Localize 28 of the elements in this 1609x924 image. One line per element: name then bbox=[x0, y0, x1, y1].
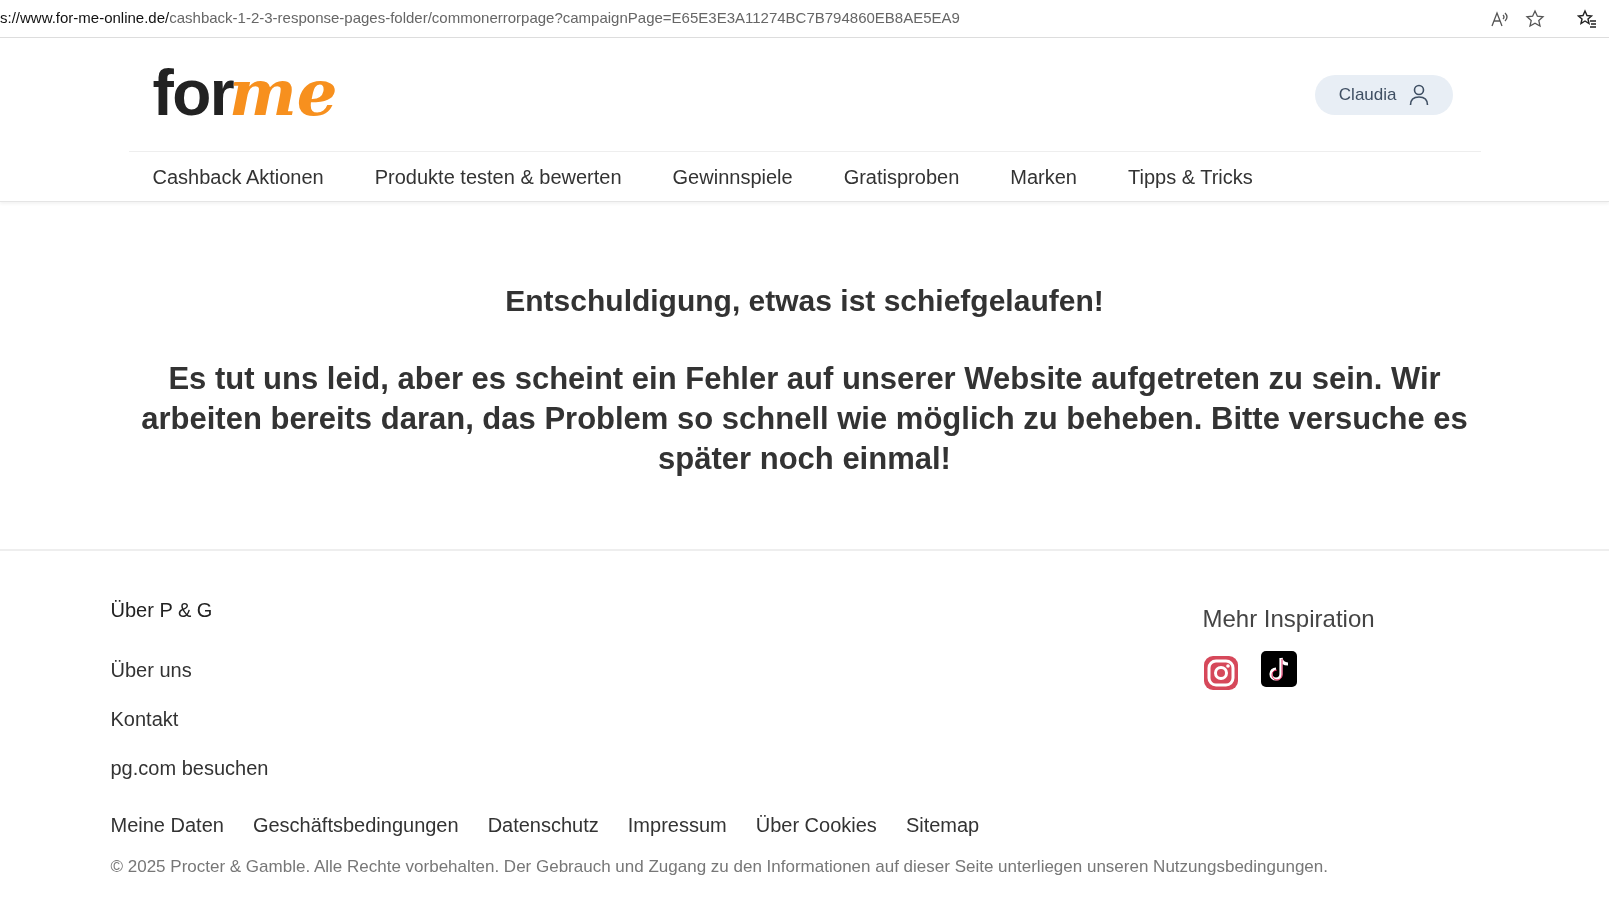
nav-link[interactable]: Gewinnspiele bbox=[672, 161, 793, 192]
legal-link[interactable]: Impressum bbox=[627, 810, 727, 840]
tiktok-icon[interactable] bbox=[1260, 651, 1297, 687]
instagram-icon[interactable] bbox=[1202, 655, 1239, 691]
footer-link[interactable]: Über uns bbox=[110, 655, 192, 685]
nav-link[interactable]: Tipps & Tricks bbox=[1127, 161, 1253, 192]
copyright-text: © 2025 Procter & Gamble. Alle Rechte vorbehalten. Der Gebrauch und Zugang zu den Informationen auf dieser Seite unterliegen unseren Nutzungsbedingungen. bbox=[110, 856, 1329, 877]
nav-link[interactable]: Gratisproben bbox=[843, 161, 960, 192]
nav-link[interactable]: Cashback Aktionen bbox=[152, 161, 324, 192]
legal-link[interactable]: Über Cookies bbox=[755, 810, 877, 840]
footer-link[interactable]: pg.com besuchen bbox=[110, 753, 269, 783]
nav-link[interactable]: Marken bbox=[1010, 161, 1077, 192]
error-message: Es tut uns leid, aber es scheint ein Fehler auf unserer Website aufgetreten zu sein. Wir arbeiten bereits daran, das Problem so schnell wie möglich zu beheben. Bitte versuche es später noch einmal! bbox=[140, 360, 1469, 478]
legal-link[interactable]: Meine Daten bbox=[110, 810, 224, 840]
error-title: Entschuldigung, etwas ist schiefgelaufen! bbox=[505, 283, 1104, 319]
url-text[interactable]: s://www.for-me-online.de/cashback-1-2-3-response-pages-folder/commonerrorpage?campaignPage=E65E3E3A11274BC7B794860EB8AE5EA9 bbox=[0, 7, 1489, 30]
legal-link[interactable]: Geschäftsbedingungen bbox=[252, 810, 459, 840]
user-icon bbox=[1408, 83, 1429, 106]
footer-heading: Über P & G bbox=[110, 598, 214, 623]
forme-logo[interactable]: forme bbox=[152, 60, 338, 129]
footer-heading: Mehr Inspiration bbox=[1202, 604, 1376, 634]
star-icon[interactable] bbox=[1525, 8, 1545, 29]
nav-link[interactable]: Produkte testen & bewerten bbox=[374, 161, 622, 192]
favorites-icon[interactable] bbox=[1577, 8, 1597, 29]
footer-link[interactable]: Kontakt bbox=[110, 704, 179, 734]
legal-link[interactable]: Datenschutz bbox=[487, 810, 599, 840]
legal-link[interactable]: Sitemap bbox=[905, 810, 980, 840]
user-account-button[interactable]: Claudia bbox=[1314, 74, 1453, 115]
